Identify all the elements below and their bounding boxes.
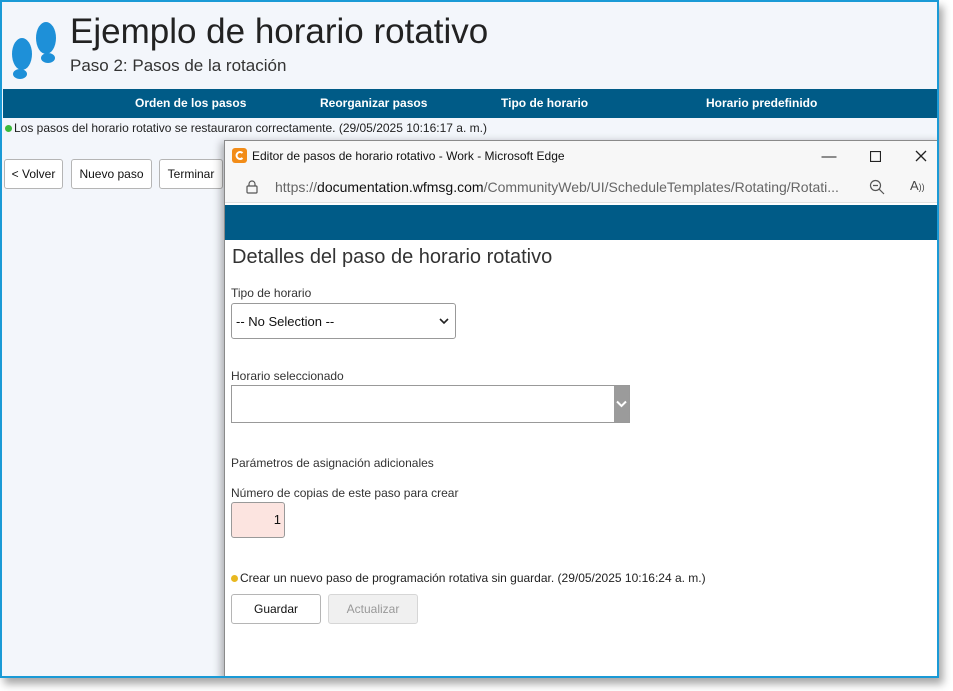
lock-icon <box>246 180 258 194</box>
app-frame: Ejemplo de horario rotativo Paso 2: Paso… <box>0 0 939 678</box>
warning-dot-icon <box>231 574 238 582</box>
chevron-down-icon <box>616 400 627 408</box>
window-titlebar: Editor de pasos de horario rotativo - Wo… <box>225 141 937 171</box>
nav-item-schedule-type[interactable]: Tipo de horario <box>501 96 588 110</box>
copies-label: Número de copias de este paso para crear <box>231 486 459 500</box>
window-title: Editor de pasos de horario rotativo - Wo… <box>252 149 565 163</box>
schedule-type-value: -- No Selection -- <box>236 313 335 329</box>
schedule-type-label: Tipo de horario <box>231 286 312 300</box>
update-button[interactable]: Actualizar <box>328 594 418 624</box>
status-text: Los pasos del horario rotativo se restau… <box>14 121 487 135</box>
dropdown-toggle[interactable] <box>614 386 629 422</box>
page-header: Ejemplo de horario rotativo Paso 2: Paso… <box>2 2 937 90</box>
nav-item-step-order[interactable]: Orden de los pasos <box>135 96 246 110</box>
step-editor-window: Editor de pasos de horario rotativo - Wo… <box>224 140 937 676</box>
nav-item-predefined-schedule[interactable]: Horario predefinido <box>706 96 817 110</box>
footsteps-icon <box>12 22 56 79</box>
status-message: Los pasos del horario rotativo se restau… <box>5 121 487 135</box>
zoom-out-icon[interactable] <box>869 179 885 195</box>
page-title: Ejemplo de horario rotativo <box>70 12 489 51</box>
url-text: https://documentation.wfmsg.com/Communit… <box>275 179 839 195</box>
app-logo-icon <box>232 148 247 163</box>
copies-input[interactable]: 1 <box>231 502 285 538</box>
url-domain: documentation.wfmsg.com <box>317 179 484 195</box>
chevron-down-icon <box>439 318 449 325</box>
selected-schedule-select[interactable] <box>231 385 630 423</box>
popup-heading: Detalles del paso de horario rotativo <box>232 246 553 268</box>
maximize-icon[interactable] <box>860 145 890 167</box>
url-prefix: https:// <box>275 179 318 195</box>
finish-button[interactable]: Terminar <box>159 159 223 189</box>
close-icon[interactable] <box>906 145 936 167</box>
success-dot-icon <box>5 124 12 132</box>
minimize-icon[interactable]: — <box>814 145 844 167</box>
extra-params-label: Parámetros de asignación adicionales <box>231 456 434 470</box>
read-aloud-icon[interactable]: A)) <box>910 178 930 196</box>
main-navbar: Orden de los pasos Reorganizar pasos Tip… <box>3 89 937 118</box>
popup-header-band <box>225 205 937 240</box>
popup-status-text: Crear un nuevo paso de programación rota… <box>240 571 706 585</box>
url-path: /CommunityWeb/UI/ScheduleTemplates/Rotat… <box>483 179 839 195</box>
address-bar[interactable]: https://documentation.wfmsg.com/Communit… <box>225 171 937 203</box>
back-button[interactable]: < Volver <box>4 159 63 189</box>
new-step-button[interactable]: Nuevo paso <box>71 159 152 189</box>
nav-item-reorganize-steps[interactable]: Reorganizar pasos <box>320 96 427 110</box>
selected-schedule-label: Horario seleccionado <box>231 369 344 383</box>
popup-status-message: Crear un nuevo paso de programación rota… <box>231 571 706 585</box>
page-subtitle: Paso 2: Pasos de la rotación <box>70 56 287 75</box>
save-button[interactable]: Guardar <box>231 594 321 624</box>
schedule-type-select[interactable]: -- No Selection -- <box>231 303 456 339</box>
